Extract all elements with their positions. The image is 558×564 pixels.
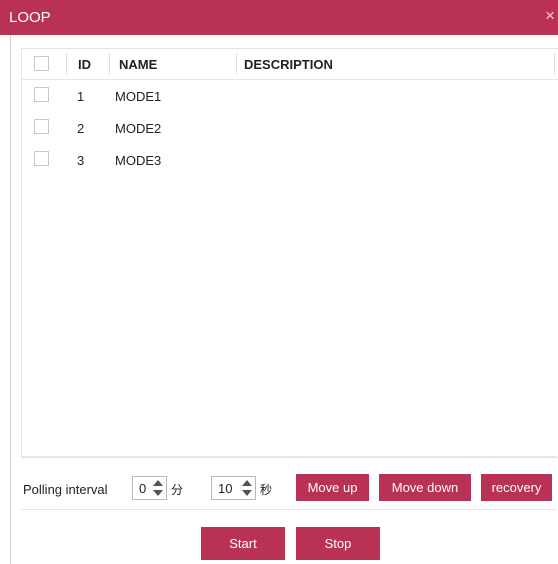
- recovery-button[interactable]: recovery: [481, 474, 552, 501]
- move-down-button[interactable]: Move down: [379, 474, 471, 501]
- stepper-arrows-icon[interactable]: [241, 479, 253, 497]
- title-bar: LOOP ×: [0, 0, 558, 35]
- seconds-value: 10: [218, 481, 233, 496]
- row-id: 2: [77, 121, 85, 136]
- minutes-unit: 分: [171, 483, 184, 497]
- row-checkbox[interactable]: [34, 151, 49, 166]
- row-name: MODE3: [115, 153, 162, 168]
- seconds-stepper[interactable]: 10: [211, 476, 256, 500]
- table-row[interactable]: 3 MODE3: [22, 144, 558, 176]
- column-separator: [554, 53, 555, 75]
- table-row[interactable]: 1 MODE1: [22, 80, 558, 112]
- stepper-arrows-icon[interactable]: [152, 479, 164, 497]
- seconds-unit: 秒: [260, 483, 273, 497]
- column-separator: [109, 53, 110, 75]
- table-header: ID NAME DESCRIPTION: [22, 49, 558, 80]
- row-checkbox[interactable]: [34, 119, 49, 134]
- stop-button[interactable]: Stop: [296, 527, 380, 560]
- mode-table: ID NAME DESCRIPTION 1 MODE1 2 MODE2 3 MO…: [21, 48, 558, 458]
- start-button[interactable]: Start: [201, 527, 285, 560]
- divider: [21, 509, 557, 510]
- column-header-id: ID: [78, 57, 91, 72]
- window-title: LOOP: [9, 9, 51, 26]
- column-separator: [66, 53, 67, 75]
- polling-interval-label: Polling interval: [23, 482, 108, 497]
- row-name: MODE2: [115, 121, 162, 136]
- minutes-stepper[interactable]: 0: [132, 476, 167, 500]
- row-checkbox[interactable]: [34, 87, 49, 102]
- row-id: 3: [77, 153, 85, 168]
- row-id: 1: [77, 89, 85, 104]
- loop-panel: ID NAME DESCRIPTION 1 MODE1 2 MODE2 3 MO…: [10, 35, 558, 564]
- row-name: MODE1: [115, 89, 162, 104]
- column-header-description: DESCRIPTION: [244, 57, 333, 72]
- close-icon[interactable]: ×: [545, 7, 555, 24]
- select-all-checkbox[interactable]: [34, 56, 49, 71]
- divider: [21, 456, 557, 457]
- column-separator: [236, 53, 237, 75]
- table-row[interactable]: 2 MODE2: [22, 112, 558, 144]
- move-up-button[interactable]: Move up: [296, 474, 369, 501]
- minutes-value: 0: [139, 481, 147, 496]
- column-header-name: NAME: [119, 57, 158, 72]
